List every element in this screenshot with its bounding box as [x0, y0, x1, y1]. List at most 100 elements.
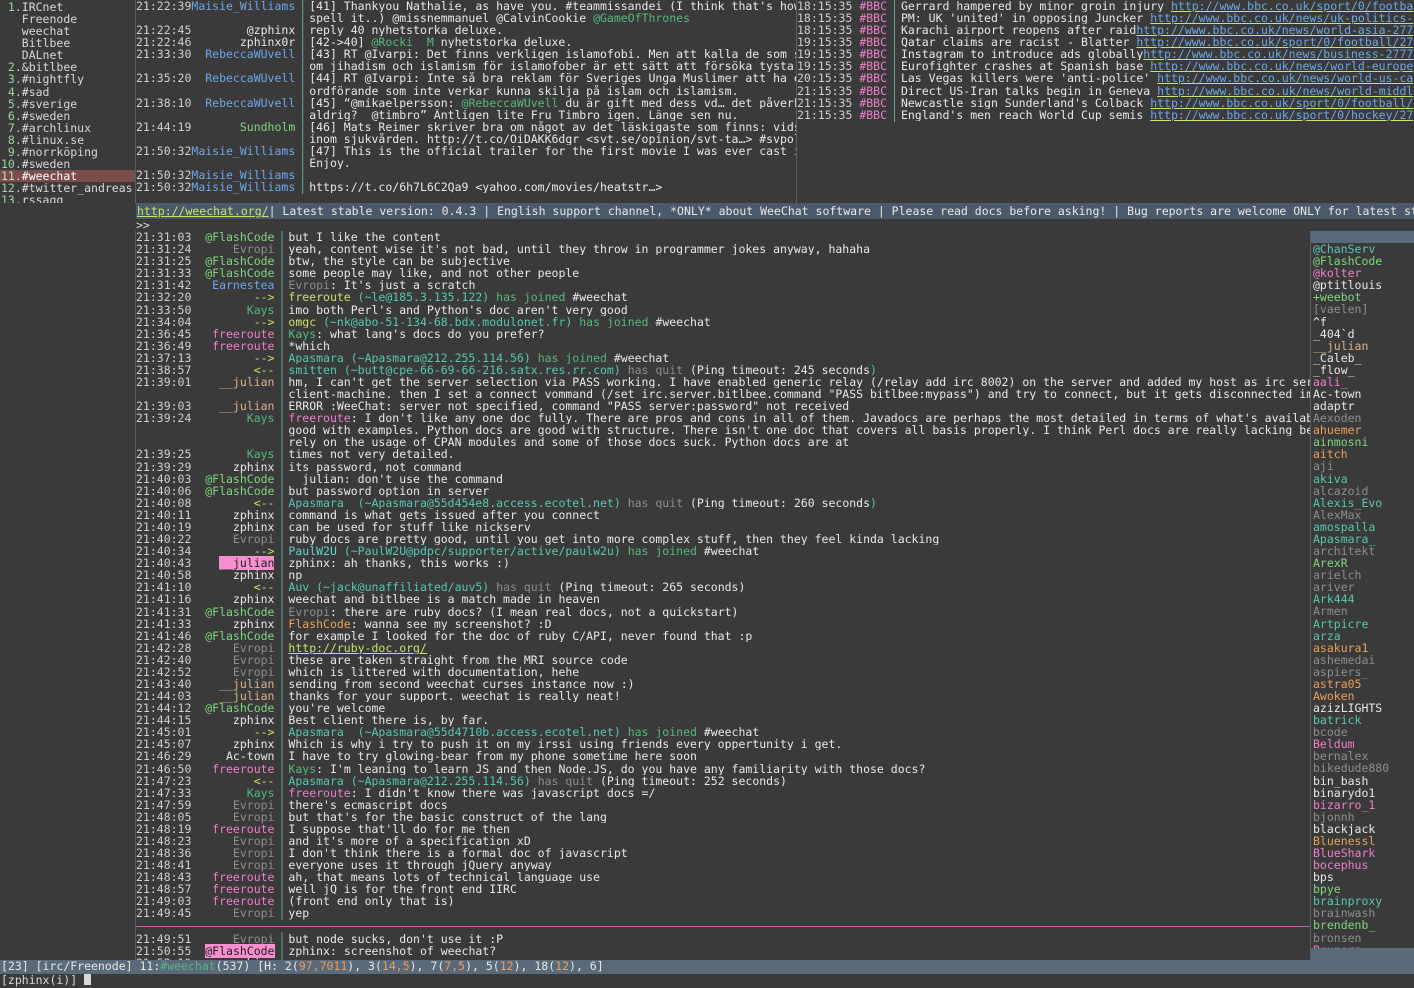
- nick[interactable]: @FlashCode: [191, 473, 274, 485]
- nick[interactable]: [191, 85, 295, 97]
- chat-message-line: 21:40:22 Evropi │ ruby docs are pretty goo…: [136, 533, 1310, 545]
- nick[interactable]: Maisie_Williams: [191, 181, 295, 193]
- status-segment: 12: [499, 960, 514, 973]
- nick[interactable]: @FlashCode: [191, 630, 274, 642]
- nick[interactable]: Ac-town: [191, 750, 274, 762]
- nick[interactable]: Evropi: [191, 642, 275, 654]
- nick[interactable]: zphinx: [191, 460, 275, 472]
- nick[interactable]: -->: [191, 316, 275, 328]
- chat-message-line: 21:41:46 @FlashCode │ for example I looked…: [136, 630, 1310, 642]
- weechat-url-link[interactable]: http://weechat.org/: [137, 205, 269, 217]
- message-segment: Best client there is, by far.: [288, 714, 490, 727]
- timestamp: 21:15:35: [797, 83, 860, 98]
- nicklist-item[interactable]: asakura1: [1311, 642, 1414, 654]
- message-segment: (~nk@abo-51-134-68.bdx.modulonet.fr): [316, 315, 580, 328]
- nicklist-item[interactable]: binarydo1: [1311, 787, 1414, 799]
- nicklist-item[interactable]: bikedude880: [1311, 762, 1414, 774]
- message-text: FlashCode: wanna see my screenshot? :D: [288, 618, 1310, 630]
- nicklist-item[interactable]: akiva: [1311, 472, 1414, 484]
- chat-message-line: 21:49:51 Evropi │ but node sucks, don't us…: [136, 932, 1310, 944]
- message-segment: and it's more of a specification xD: [288, 834, 531, 848]
- chat-message-line: 21:40:03 @FlashCode │ __julian: don't use …: [136, 473, 1310, 485]
- chat-message-line: │ rely on the usage of CPAN modules and s…: [136, 436, 1310, 448]
- nicklist-item[interactable]: brendenb_: [1311, 919, 1414, 931]
- nick[interactable]: @FlashCode: [191, 605, 274, 617]
- nick[interactable]: Kays: [191, 303, 275, 315]
- chat-message-line: 21:40:19 zphinx │ can be used for stuff li…: [136, 521, 1310, 533]
- status-segment: (: [291, 960, 299, 973]
- nick[interactable]: zphinx: [191, 593, 275, 605]
- chat-message-line: 21:36:45 freeroute │ Kays: what lang's doc…: [136, 328, 1310, 340]
- nicklist-item[interactable]: bizarro_1: [1311, 799, 1414, 811]
- nicklist-item[interactable]: ^f: [1311, 315, 1414, 327]
- twitter-pane[interactable]: 21:22:39 Maisie_Williams │ [41] Thankyou Na…: [136, 0, 796, 203]
- message-text: [41] Thankyou Nathalie, as have you. #te…: [309, 0, 796, 13]
- rss-channel[interactable]: #BBC: [859, 97, 887, 109]
- nicklist-item[interactable]: _404`d: [1311, 328, 1414, 340]
- nick[interactable]: RebeccaWUvell: [191, 97, 295, 109]
- nick[interactable]: <--: [191, 775, 275, 787]
- message-text: freeroute (~le@185.3.135.122) has joined…: [288, 291, 1310, 303]
- nick-separator: │: [891, 107, 898, 122]
- input-bar[interactable]: [zphinx(i)]: [0, 974, 1414, 988]
- rss-channel[interactable]: #BBC: [859, 72, 887, 84]
- message-segment: but that's for the basic construct of th…: [288, 810, 607, 823]
- buffer-item-rssagg[interactable]: 13.rssagg: [0, 194, 135, 203]
- timestamp: [136, 85, 191, 97]
- nick[interactable]: -->: [191, 291, 275, 303]
- rss-channel[interactable]: #BBC: [859, 109, 887, 121]
- message-segment: (~Apasmara@55d454e8.access.ecotel.net): [350, 496, 628, 509]
- message-segment[interactable]: http://ruby-doc.org/: [288, 642, 426, 654]
- status-segment: #weechat: [160, 960, 216, 973]
- chat-area[interactable]: 21:31:03 @FlashCode │ but I like the conte…: [136, 231, 1310, 960]
- message-segment: #weechat: [655, 315, 711, 328]
- message-segment: PaulW2U: [288, 545, 337, 558]
- nick[interactable]: zphinx: [191, 957, 275, 960]
- nicklist-item[interactable]: __julian: [1311, 340, 1414, 352]
- nick[interactable]: zphinx: [191, 617, 275, 629]
- timestamp: 21:32:20: [136, 290, 192, 305]
- nick[interactable]: Kays: [191, 448, 275, 460]
- nicklist-item[interactable]: bin_bash: [1311, 774, 1414, 786]
- nick[interactable]: Evropi: [191, 907, 275, 919]
- rss-item-text: Instagram to introduce ads globallyhttp:…: [901, 48, 1414, 60]
- message-segment: #weechat: [613, 351, 670, 364]
- nicklist-item[interactable]: [vaelen]: [1311, 303, 1414, 315]
- nick[interactable]: freeroute: [191, 762, 274, 774]
- rss-channel[interactable]: #BBC: [859, 84, 887, 96]
- buffer-list[interactable]: 1.IRCnet Freenode weechat Bitlbee DALnet…: [0, 0, 136, 203]
- chat-message-line: 21:39:29 zphinx │ its password, not comman…: [136, 460, 1310, 472]
- rss-bbc-pane[interactable]: 18:15:35 #BBC │ Gerrard hampered by minor …: [796, 0, 1414, 203]
- nicklist-item[interactable]: arza: [1311, 629, 1414, 641]
- nicklist-item[interactable]: Alexis_Evo: [1311, 497, 1414, 509]
- nicklist-item[interactable]: ashemedai: [1311, 654, 1414, 666]
- nick[interactable]: RebeccaWUvell: [191, 72, 295, 84]
- nick[interactable]: Evropi: [191, 932, 275, 944]
- message-segment: *which: [288, 339, 330, 352]
- nick[interactable]: @FlashCode: [191, 485, 274, 497]
- message-text: spell it..) @missnemmanuel @CalvinCookie…: [309, 12, 690, 25]
- nicklist-item[interactable]: alcazoid: [1311, 485, 1414, 497]
- nick[interactable]: Kays: [191, 787, 275, 799]
- nicklist-item[interactable]: aji: [1311, 460, 1414, 472]
- nicklist-scroll-top[interactable]: [1311, 231, 1414, 244]
- rss-item-line: 19:15:35 #BBC │ Eurofighter crashes at Spa…: [797, 60, 1414, 72]
- message-segment: #weechat: [572, 291, 628, 304]
- message-segment: seconds: [821, 496, 871, 509]
- status-segment: 12: [555, 960, 570, 973]
- nicklist-scroll-bottom[interactable]: [1311, 947, 1414, 960]
- chat-message-line: 21:44:15 zphinx │ Best client there is, by…: [136, 714, 1310, 726]
- nicklist-item[interactable]: Artpicre: [1311, 617, 1414, 629]
- nicklist-item[interactable]: Armen: [1311, 605, 1414, 617]
- timestamp: 21:35:20: [136, 71, 192, 86]
- nick[interactable]: freeroute: [191, 328, 274, 340]
- message-text: yeah, content wise it's not bad, until t…: [288, 243, 1310, 255]
- nicklist-item[interactable]: bronsen: [1311, 931, 1414, 943]
- nick-list[interactable]: @ChanServ @FlashCode @kolter @ptitlouis +wee…: [1310, 231, 1414, 960]
- nick[interactable]: [191, 109, 295, 121]
- chat-message-line: 21:41:10 <-- │ Auv (~jack@unaffiliated/auv…: [136, 581, 1310, 593]
- nick[interactable]: @FlashCode: [191, 943, 275, 958]
- rss-item-line: 18:15:35 #BBC │ Gerrard hampered by minor …: [797, 0, 1414, 12]
- message-text: [42->40] @Rocki__M nyhetstorka deluxe.: [309, 36, 573, 49]
- topic-scroll-arrows-icon[interactable]: >>: [136, 218, 150, 232]
